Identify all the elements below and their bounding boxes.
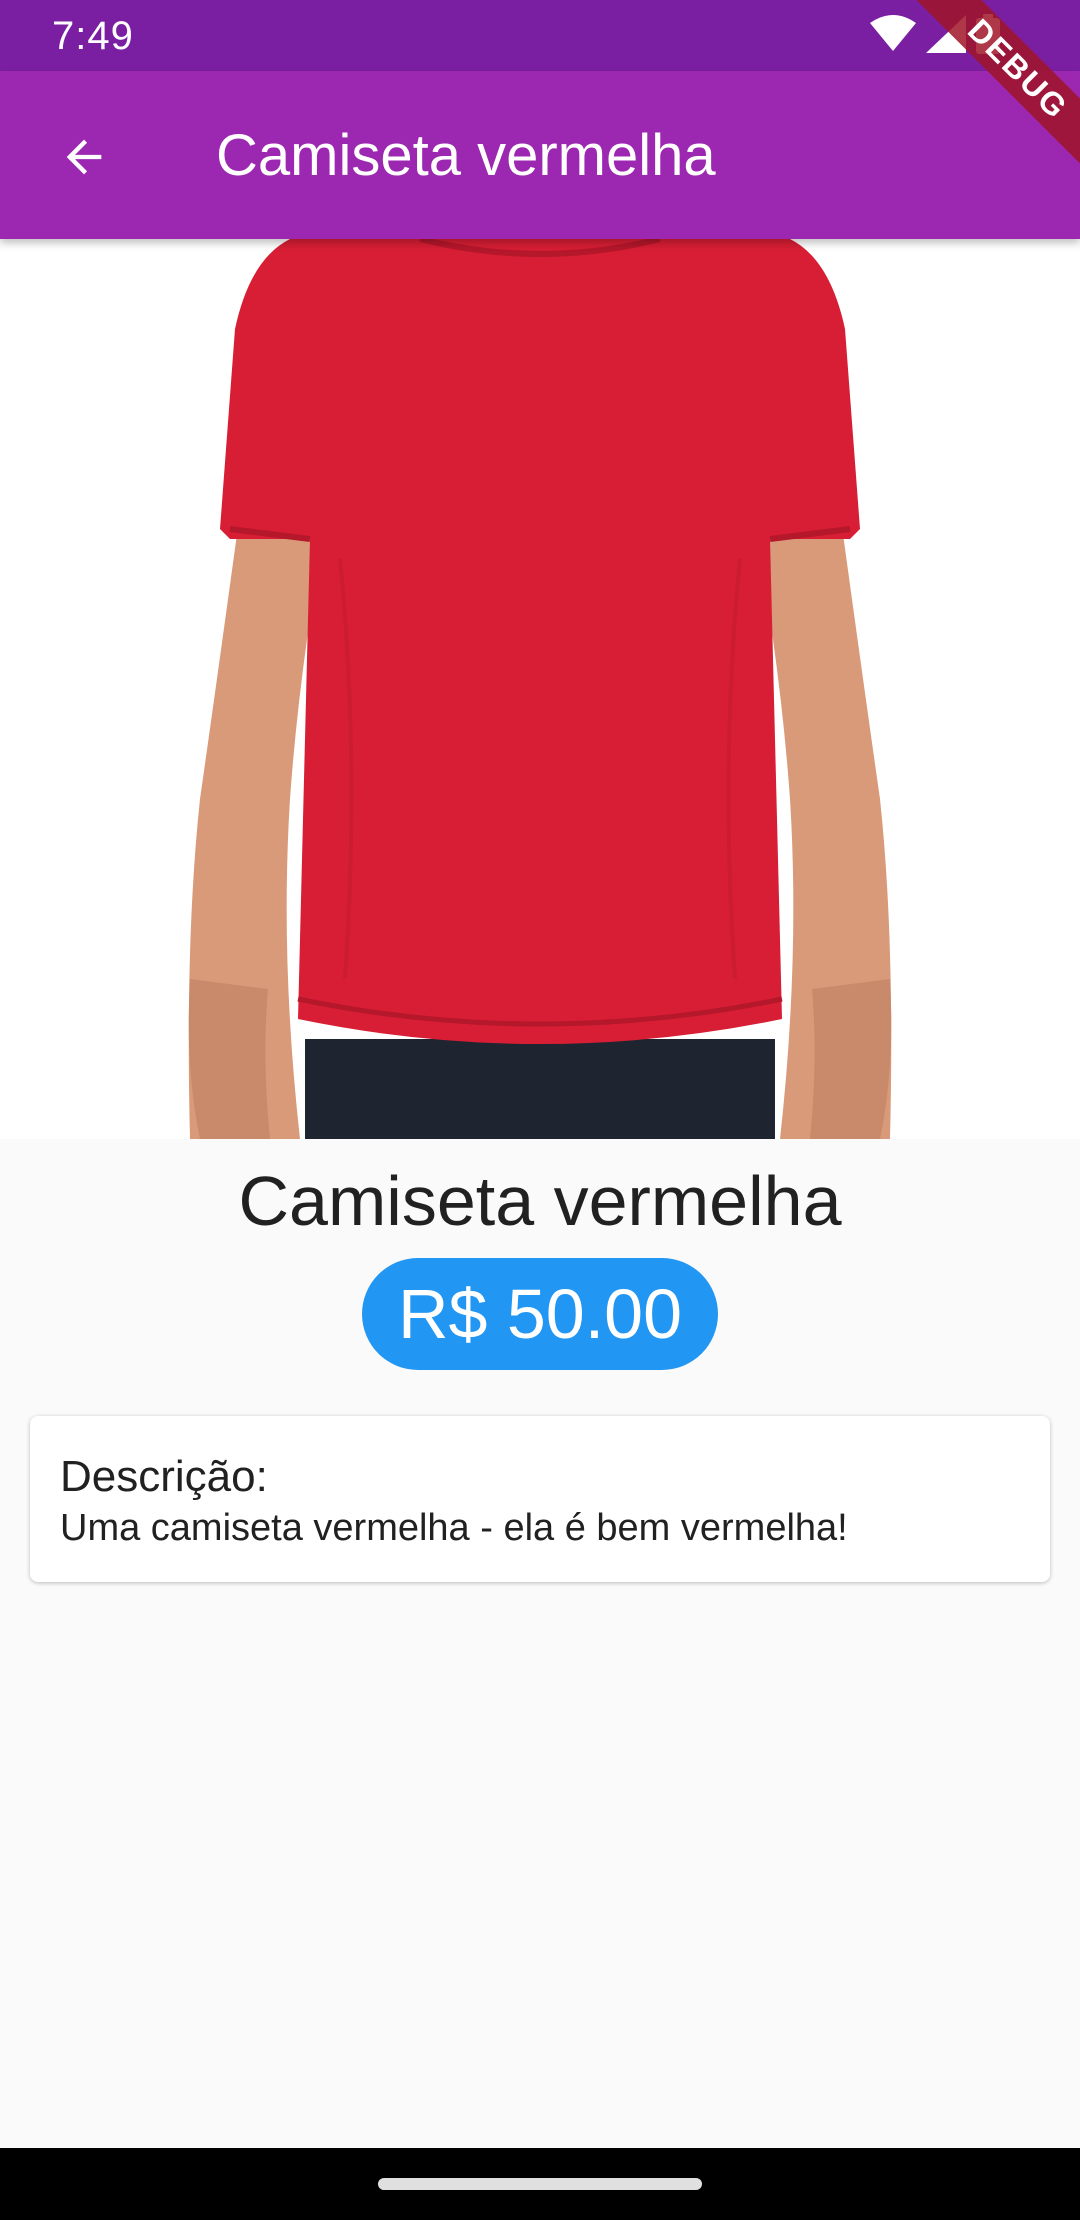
status-icons bbox=[870, 13, 1000, 59]
product-image bbox=[0, 239, 1080, 1139]
status-time: 7:49 bbox=[52, 14, 134, 58]
battery-icon bbox=[976, 13, 1000, 59]
description-card: Descrição: Uma camiseta vermelha - ela é… bbox=[30, 1416, 1050, 1582]
description-label: Descrição: bbox=[60, 1452, 268, 1501]
back-button[interactable] bbox=[36, 111, 132, 207]
signal-icon bbox=[926, 14, 966, 58]
price-badge: R$ 50.00 bbox=[362, 1258, 718, 1370]
app-bar: Camiseta vermelha bbox=[0, 71, 1080, 239]
wifi-icon bbox=[870, 14, 916, 58]
home-gesture-pill[interactable] bbox=[378, 2178, 702, 2190]
red-tshirt-illustration bbox=[188, 239, 892, 1139]
arrow-back-icon bbox=[58, 131, 110, 188]
status-bar: 7:49 bbox=[0, 0, 1080, 71]
app-bar-title: Camiseta vermelha bbox=[216, 123, 716, 188]
description-text: Uma camiseta vermelha - ela é bem vermel… bbox=[60, 1507, 848, 1549]
navigation-bar bbox=[0, 2148, 1080, 2220]
price-text: R$ 50.00 bbox=[397, 1275, 683, 1353]
product-name: Camiseta vermelha bbox=[238, 1162, 842, 1240]
